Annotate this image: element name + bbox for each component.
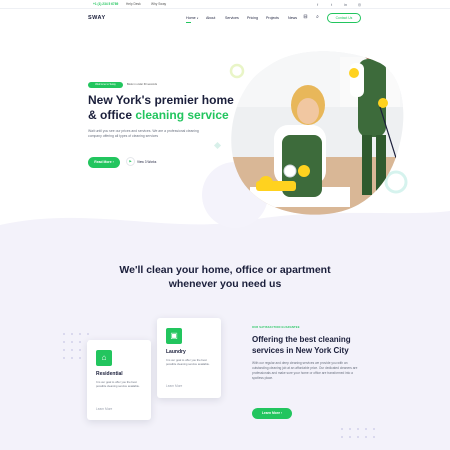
learn-more-label: Learn More <box>261 411 281 415</box>
service-card-residential[interactable]: ⌂ Residential It is our goal to offer yo… <box>87 340 151 420</box>
card-learn-more-link[interactable]: Learn More <box>96 407 112 411</box>
satisfaction-description: With our regular and deep cleaning servi… <box>252 361 358 380</box>
section-headline: We'll clean your home, office or apartme… <box>100 263 350 291</box>
instagram-icon[interactable]: ◎ <box>356 1 363 8</box>
card-description: It is our goal to offer you the best pos… <box>96 380 140 388</box>
service-card-laundry[interactable]: ▣ Laundry It is our goal to offer you th… <box>157 318 221 398</box>
house-icon: ⌂ <box>96 350 112 366</box>
headline-line2: whenever you need us <box>168 278 282 290</box>
top-bar: +1 (1) 234 5 6789 Help Desk Why Sway f t… <box>0 0 450 9</box>
nav-item-about[interactable]: About <box>206 16 215 20</box>
nav-item-home[interactable]: Home <box>186 16 196 20</box>
card-learn-more-link[interactable]: Learn More <box>166 384 182 388</box>
contact-us-button[interactable]: Contact Us <box>327 13 361 23</box>
phone-number[interactable]: +1 (1) 234 5 6789 <box>93 2 118 6</box>
read-more-label: Read More <box>94 160 112 164</box>
chevron-down-icon: ▾ <box>197 17 199 20</box>
section-background <box>0 211 450 450</box>
twitter-icon[interactable]: t <box>328 1 335 8</box>
hero-image <box>231 51 404 215</box>
nav-item-services[interactable]: Services <box>225 16 239 20</box>
help-desk-link[interactable]: Help Desk <box>126 2 141 6</box>
hero-description: Wait until you see our prices and servic… <box>88 129 199 138</box>
hero-title-line1: New York's premier home <box>88 93 234 107</box>
satisfaction-title: Offering the best cleaning services in N… <box>252 335 351 355</box>
hero-title: New York's premier home & office cleanin… <box>88 93 238 123</box>
card-title: Residential <box>96 371 123 377</box>
card-description: It is our goal to offer you the best pos… <box>166 358 210 366</box>
hero-title-accent: cleaning service <box>135 108 229 122</box>
booking-note: Book in under 60 seconds <box>127 83 157 86</box>
active-nav-indicator <box>186 22 191 23</box>
linkedin-icon[interactable]: in <box>342 1 349 8</box>
welcome-badge: Welcome to Sway <box>88 82 123 88</box>
dots-decoration <box>341 428 375 438</box>
diamond-decoration <box>213 141 222 150</box>
nav-item-projects[interactable]: Projects <box>266 16 279 20</box>
search-icon[interactable]: ⌕ <box>314 14 321 21</box>
why-sway-link[interactable]: Why Sway <box>151 2 166 6</box>
headline-line1: We'll clean your home, office or apartme… <box>119 264 331 276</box>
facebook-icon[interactable]: f <box>314 1 321 8</box>
learn-more-button[interactable]: Learn More › <box>252 408 292 419</box>
read-more-button[interactable]: Read More › <box>88 157 120 168</box>
video-link[interactable]: View 3 Works <box>137 160 156 164</box>
laundry-icon: ▣ <box>166 328 182 344</box>
nav-item-news[interactable]: News <box>288 16 297 20</box>
hero-title-prefix: & office <box>88 108 136 122</box>
logo[interactable]: SWAY <box>88 15 106 21</box>
nav-item-pricing[interactable]: Pricing <box>247 16 258 20</box>
satisfaction-eyebrow: OUR SATISFACTION GUARANTEE <box>252 326 300 329</box>
cart-icon[interactable]: ⊟ <box>302 14 309 21</box>
play-icon[interactable]: ▶ <box>126 157 135 166</box>
card-title: Laundry <box>166 349 186 355</box>
